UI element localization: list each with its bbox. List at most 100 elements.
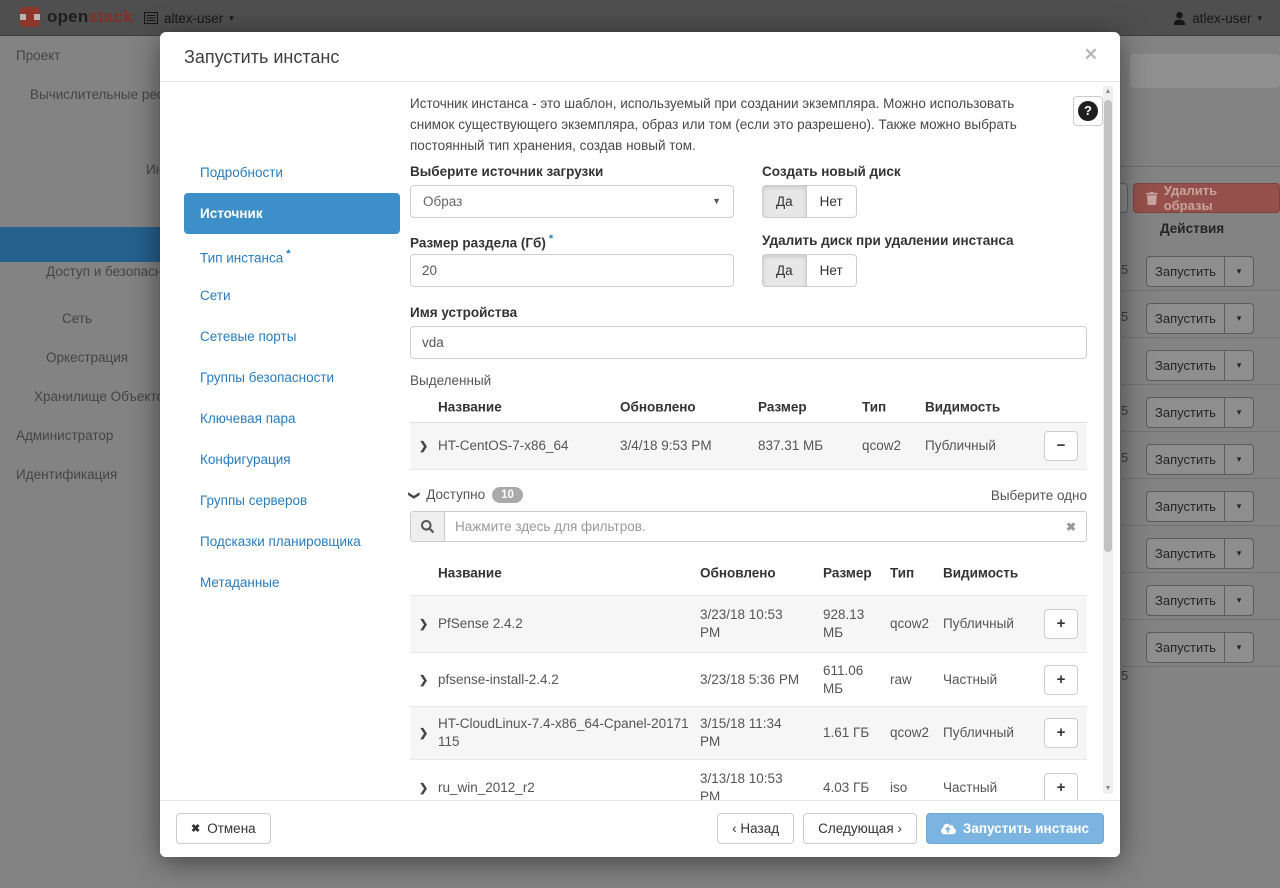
tab-server-groups[interactable]: Группы серверов: [184, 480, 400, 521]
delete-images-label: Удалить образы: [1164, 183, 1267, 213]
search-icon: [421, 520, 434, 533]
tab-security-groups[interactable]: Группы безопасности: [184, 357, 400, 398]
user-menu[interactable]: atlex-user ▾: [1173, 0, 1262, 36]
size-cell-fragment: 5: [1121, 309, 1131, 324]
row-divider: [1122, 384, 1280, 385]
caret-down-icon[interactable]: ▾: [1224, 304, 1253, 333]
caret-down-icon[interactable]: ▾: [1224, 586, 1253, 615]
modal-body: Подробности Источник Тип инстанса* Сети …: [160, 82, 1120, 800]
row-launch-button[interactable]: Запустить▾: [1146, 256, 1254, 287]
delete-on-terminate-label: Удалить диск при удалении инстанса: [762, 233, 1014, 248]
delete-on-terminate-no-button[interactable]: Нет: [807, 254, 857, 287]
row-divider: [1122, 431, 1280, 432]
remove-image-button[interactable]: −: [1044, 431, 1078, 461]
add-image-button[interactable]: +: [1044, 665, 1078, 695]
close-icon[interactable]: ✕: [1084, 45, 1098, 65]
back-button[interactable]: ‹ Назад: [717, 813, 794, 844]
caret-down-icon[interactable]: ▾: [1224, 398, 1253, 427]
help-button[interactable]: ?: [1073, 96, 1103, 126]
user-menu-label: atlex-user: [1192, 11, 1251, 26]
chevron-right-icon[interactable]: ❯: [419, 673, 428, 686]
sidebar-item-orchestration[interactable]: Оркестрация: [46, 350, 128, 365]
modal-scrollbar[interactable]: ▲ ▼: [1103, 86, 1113, 794]
caret-down-icon[interactable]: ▾: [1224, 492, 1253, 521]
row-launch-button[interactable]: Запустить▾: [1146, 397, 1254, 428]
sidebar-item-object-store[interactable]: Хранилище Объектов: [34, 389, 171, 404]
row-launch-button[interactable]: Запустить▾: [1146, 585, 1254, 616]
available-table-header: Название Обновлено Размер Тип Видимость: [410, 550, 1087, 596]
device-name-label: Имя устройства: [410, 305, 517, 320]
row-launch-button[interactable]: Запустить▾: [1146, 303, 1254, 334]
chevron-right-icon[interactable]: ❯: [419, 440, 428, 453]
tab-ports[interactable]: Сетевые порты: [184, 316, 400, 357]
tab-configuration[interactable]: Конфигурация: [184, 439, 400, 480]
caret-down-icon[interactable]: ▾: [1224, 257, 1253, 286]
search-icon-box: [411, 512, 445, 541]
chevron-right-icon[interactable]: ❯: [419, 782, 428, 795]
sidebar-item-images-active[interactable]: [0, 227, 162, 262]
delete-images-button[interactable]: Удалить образы: [1133, 183, 1280, 213]
openstack-logo-icon: [20, 7, 40, 27]
tab-flavor[interactable]: Тип инстанса*: [184, 234, 400, 275]
chevron-down-icon[interactable]: ❯: [408, 491, 421, 500]
domain-icon: [144, 12, 158, 24]
caret-down-icon[interactable]: ▾: [1224, 445, 1253, 474]
domain-menu[interactable]: altex-user ▾: [144, 0, 234, 36]
size-cell-fragment: 5: [1121, 262, 1131, 277]
size-cell-fragment: 5: [1121, 450, 1131, 465]
filter-input[interactable]: [445, 512, 1056, 541]
row-launch-button[interactable]: Запустить▾: [1146, 444, 1254, 475]
filter-bar: ✖: [410, 511, 1087, 542]
row-divider: [1122, 525, 1280, 526]
create-volume-yes-button[interactable]: Да: [762, 185, 807, 218]
sidebar-item-network[interactable]: Сеть: [62, 311, 92, 326]
clear-filter-icon[interactable]: ✖: [1056, 512, 1086, 541]
required-asterisk: *: [286, 248, 290, 260]
tab-networks[interactable]: Сети: [184, 275, 400, 316]
create-volume-no-button[interactable]: Нет: [807, 185, 857, 218]
add-image-button[interactable]: +: [1044, 609, 1078, 639]
delete-on-terminate-toggle: Да Нет: [762, 254, 857, 287]
tab-metadata[interactable]: Метаданные: [184, 562, 400, 603]
add-image-button[interactable]: +: [1044, 718, 1078, 748]
chevron-right-icon[interactable]: ❯: [419, 727, 428, 740]
modal-title: Запустить инстанс: [184, 47, 339, 68]
row-launch-button[interactable]: Запустить▾: [1146, 350, 1254, 381]
row-divider: [1122, 619, 1280, 620]
cancel-button[interactable]: ✖ Отмена: [176, 813, 271, 844]
sidebar-item-project[interactable]: Проект: [16, 48, 60, 63]
row-launch-button[interactable]: Запустить▾: [1146, 491, 1254, 522]
next-button[interactable]: Следующая ›: [803, 813, 917, 844]
row-launch-button[interactable]: Запустить▾: [1146, 538, 1254, 569]
tab-key-pair[interactable]: Ключевая пара: [184, 398, 400, 439]
chevron-right-icon[interactable]: ❯: [419, 618, 428, 631]
available-row: ❯ HT-CloudLinux-7.4-x86_64-Cpanel-201711…: [410, 707, 1087, 760]
caret-down-icon: ▾: [1257, 13, 1262, 24]
add-image-button[interactable]: +: [1044, 773, 1078, 800]
caret-down-icon[interactable]: ▾: [1224, 539, 1253, 568]
volume-size-label: Размер раздела (Гб)*: [410, 233, 553, 251]
row-divider: [1122, 666, 1280, 667]
tab-details[interactable]: Подробности: [184, 152, 400, 193]
source-description: Источник инстанса - это шаблон, использу…: [410, 94, 1048, 157]
sidebar-item-admin[interactable]: Администратор: [16, 428, 113, 443]
sidebar-item-identity[interactable]: Идентификация: [16, 467, 117, 482]
scroll-down-icon[interactable]: ▼: [1103, 785, 1113, 792]
delete-on-terminate-yes-button[interactable]: Да: [762, 254, 807, 287]
create-volume-toggle: Да Нет: [762, 185, 857, 218]
table-top-border: [1120, 166, 1280, 167]
launch-instance-button[interactable]: Запустить инстанс: [926, 813, 1104, 844]
row-divider: [1122, 572, 1280, 573]
tab-scheduler-hints[interactable]: Подсказки планировщика: [184, 521, 400, 562]
scroll-up-icon[interactable]: ▲: [1103, 88, 1113, 95]
openstack-logo[interactable]: openstack: [20, 7, 133, 27]
launch-instance-modal: Запустить инстанс ✕ Подробности Источник…: [160, 32, 1120, 857]
tab-source[interactable]: Источник: [184, 193, 400, 234]
volume-size-input[interactable]: [410, 254, 734, 287]
boot-source-select[interactable]: Образ▼: [410, 185, 734, 218]
caret-down-icon[interactable]: ▾: [1224, 351, 1253, 380]
caret-down-icon[interactable]: ▾: [1224, 633, 1253, 662]
row-launch-button[interactable]: Запустить▾: [1146, 632, 1254, 663]
device-name-input[interactable]: [410, 326, 1087, 359]
scrollbar-thumb[interactable]: [1104, 100, 1112, 552]
